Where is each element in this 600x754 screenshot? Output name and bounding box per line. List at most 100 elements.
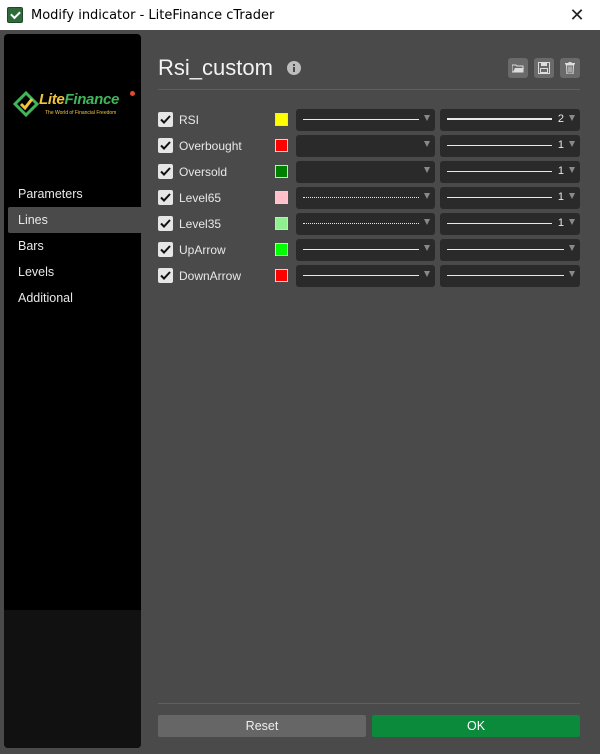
line-enabled-checkbox[interactable] — [158, 164, 173, 179]
logo-mark-icon — [13, 91, 39, 117]
sidebar-item-levels[interactable]: Levels — [8, 259, 141, 285]
chevron-down-icon — [569, 245, 575, 251]
line-row: UpArrow — [158, 238, 580, 264]
sidebar-footer — [4, 610, 141, 748]
line-width-preview — [447, 197, 552, 198]
ok-button[interactable]: OK — [372, 715, 580, 737]
sidebar-nav: Parameters Lines Bars Levels Additional — [4, 181, 141, 311]
line-style-dropdown[interactable] — [296, 187, 435, 209]
chevron-down-icon — [569, 167, 575, 173]
line-width-dropdown[interactable]: 1 — [440, 161, 580, 183]
line-width-preview — [447, 249, 564, 250]
header: Rsi_custom — [158, 55, 301, 81]
chevron-down-icon — [424, 115, 430, 121]
line-width-dropdown[interactable]: 2 — [440, 109, 580, 131]
line-style-dropdown[interactable] — [296, 109, 435, 131]
logo-text: LiteFinance — [39, 91, 120, 108]
line-name: RSI — [179, 113, 200, 127]
save-template-button[interactable] — [534, 58, 554, 78]
sidebar-item-parameters[interactable]: Parameters — [8, 181, 141, 207]
line-width-value: 1 — [557, 217, 564, 229]
line-width-dropdown[interactable]: 1 — [440, 213, 580, 235]
close-button[interactable]: ✕ — [554, 0, 600, 30]
page-title: Rsi_custom — [158, 55, 273, 80]
line-style-preview — [303, 171, 419, 172]
line-color-swatch[interactable] — [275, 165, 288, 178]
line-style-dropdown[interactable] — [296, 135, 435, 157]
lines-list: RSI 2 Overbought 1 Oversold 1 Level65 1 Level35 1… — [158, 108, 580, 290]
line-style-dropdown[interactable] — [296, 213, 435, 235]
line-color-swatch[interactable] — [275, 269, 288, 282]
chevron-down-icon — [424, 245, 430, 251]
line-color-swatch[interactable] — [275, 139, 288, 152]
sidebar: LiteFinance The World of Financial Freed… — [4, 34, 141, 748]
litefinance-logo: LiteFinance The World of Financial Freed… — [13, 89, 135, 125]
reset-button[interactable]: Reset — [158, 715, 366, 737]
line-width-preview — [447, 118, 552, 120]
sidebar-item-additional[interactable]: Additional — [8, 285, 141, 311]
dialog-body: LiteFinance The World of Financial Freed… — [0, 30, 600, 754]
line-style-dropdown[interactable] — [296, 265, 435, 287]
line-row: RSI 2 — [158, 108, 580, 134]
checkmark-icon — [160, 141, 171, 150]
chevron-down-icon — [424, 219, 430, 225]
checkmark-icon — [160, 271, 171, 280]
line-enabled-checkbox[interactable] — [158, 242, 173, 257]
checkmark-icon — [160, 115, 171, 124]
line-name: Level35 — [179, 217, 222, 231]
checkmark-icon — [160, 219, 171, 228]
line-color-swatch[interactable] — [275, 113, 288, 126]
line-enabled-checkbox[interactable] — [158, 112, 173, 127]
line-width-value: 1 — [557, 191, 564, 203]
line-width-dropdown[interactable]: 1 — [440, 187, 580, 209]
line-width-value: 2 — [557, 113, 564, 125]
line-color-swatch[interactable] — [275, 243, 288, 256]
line-color-swatch[interactable] — [275, 217, 288, 230]
checkmark-icon — [160, 193, 171, 202]
line-name: Overbought — [179, 139, 242, 153]
logo-tagline: The World of Financial Freedom — [45, 110, 117, 116]
logo-registered-icon — [130, 91, 135, 96]
chevron-down-icon — [569, 141, 575, 147]
line-style-preview — [303, 197, 419, 198]
chevron-down-icon — [424, 167, 430, 173]
chevron-down-icon — [424, 141, 430, 147]
window-title: Modify indicator - LiteFinance cTrader — [31, 7, 275, 23]
line-style-dropdown[interactable] — [296, 161, 435, 183]
line-width-value: 1 — [557, 139, 564, 151]
title-bar: Modify indicator - LiteFinance cTrader ✕ — [0, 0, 600, 30]
line-row: DownArrow — [158, 264, 580, 290]
trash-icon — [565, 62, 575, 74]
line-enabled-checkbox[interactable] — [158, 190, 173, 205]
line-enabled-checkbox[interactable] — [158, 268, 173, 283]
chevron-down-icon — [569, 271, 575, 277]
sidebar-item-bars[interactable]: Bars — [8, 233, 141, 259]
line-width-preview — [447, 145, 552, 146]
chevron-down-icon — [569, 115, 575, 121]
info-icon[interactable] — [286, 61, 301, 75]
header-divider — [158, 89, 580, 90]
line-style-preview — [303, 223, 419, 224]
line-style-dropdown[interactable] — [296, 239, 435, 261]
line-width-dropdown[interactable] — [440, 239, 580, 261]
toolbar — [508, 58, 580, 78]
chevron-down-icon — [569, 193, 575, 199]
line-color-swatch[interactable] — [275, 191, 288, 204]
line-width-preview — [447, 223, 552, 224]
sidebar-item-lines[interactable]: Lines — [8, 207, 141, 233]
line-row: Overbought 1 — [158, 134, 580, 160]
line-row: Oversold 1 — [158, 160, 580, 186]
line-width-dropdown[interactable]: 1 — [440, 135, 580, 157]
line-style-preview — [303, 249, 419, 250]
line-name: Oversold — [179, 165, 228, 179]
line-name: UpArrow — [179, 243, 226, 257]
line-style-preview — [303, 145, 419, 146]
chevron-down-icon — [424, 271, 430, 277]
app-icon — [7, 7, 23, 23]
line-width-dropdown[interactable] — [440, 265, 580, 287]
line-enabled-checkbox[interactable] — [158, 216, 173, 231]
main-panel: Rsi_custom RSI 2 Overbought 1 Oversold 1 Level… — [145, 30, 596, 754]
open-template-button[interactable] — [508, 58, 528, 78]
line-enabled-checkbox[interactable] — [158, 138, 173, 153]
delete-template-button[interactable] — [560, 58, 580, 78]
